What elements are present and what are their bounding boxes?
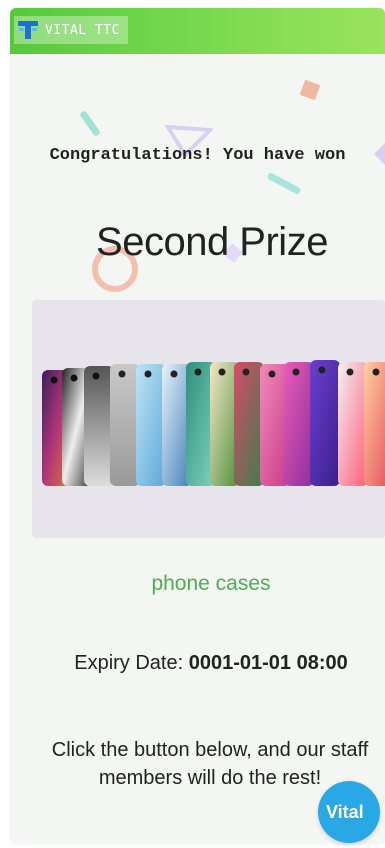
vital-logo-icon — [18, 21, 38, 39]
fab-label: Vital — [326, 801, 364, 822]
prize-title: Second Prize — [96, 220, 328, 264]
phone-cases-photo — [32, 300, 385, 538]
congrats-heading: Congratulations! You have won — [49, 146, 346, 165]
confetti-square — [299, 79, 321, 101]
expiry-value: 0001-01-01 08:00 — [188, 652, 348, 674]
instructions-text: Click the button below, and our staff me… — [51, 739, 369, 789]
brand[interactable]: VITAL TTC — [14, 16, 128, 44]
expiry-label: Expiry Date: — [74, 652, 184, 674]
header-bar: VITAL TTC — [10, 8, 385, 54]
expiry-date: Expiry Date: 0001-01-01 08:00 — [10, 652, 385, 675]
prize-card: VITAL TTC Congratulations! You have won … — [10, 8, 385, 844]
brand-name: VITAL TTC — [45, 22, 120, 38]
confetti-stripe — [266, 171, 302, 196]
phone-cases-image — [32, 300, 385, 538]
vital-chat-button[interactable]: Vital — [318, 781, 380, 843]
prize-name: phone cases — [151, 572, 271, 595]
confetti-stripe — [79, 110, 101, 137]
